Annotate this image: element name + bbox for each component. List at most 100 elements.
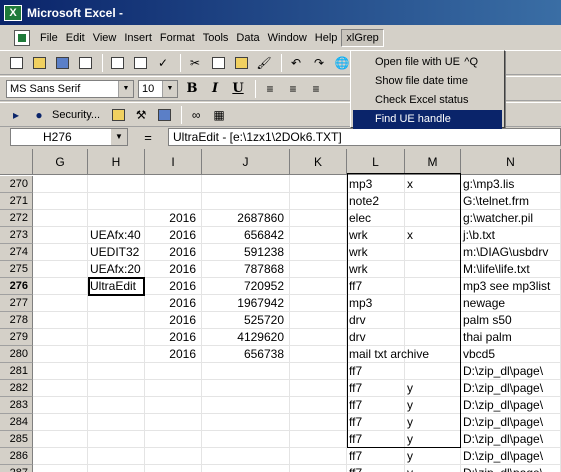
cell-i-276[interactable]: 2016 <box>145 278 202 295</box>
cell-n-270[interactable]: g:\mp3.lis <box>461 176 561 193</box>
cell-h-274[interactable]: UEDIT32 <box>88 244 145 261</box>
cell-j-283[interactable] <box>202 397 290 414</box>
cell-j-272[interactable]: 2687860 <box>202 210 290 227</box>
copy-icon[interactable] <box>208 54 228 72</box>
open-icon[interactable] <box>29 54 49 72</box>
format-painter-icon[interactable]: 🖌 <box>254 54 274 72</box>
cell-j-273[interactable]: 656842 <box>202 227 290 244</box>
cell-i-284[interactable] <box>145 414 202 431</box>
row-header[interactable]: 272 <box>0 210 33 227</box>
column-header-h[interactable]: H <box>88 149 145 175</box>
cell-n-282[interactable]: D:\zip_dl\page\ <box>461 380 561 397</box>
cell-h-278[interactable] <box>88 312 145 329</box>
cell-j-280[interactable]: 656738 <box>202 346 290 363</box>
undo-icon[interactable]: ↶ <box>286 54 306 72</box>
select-all-corner[interactable] <box>0 149 33 175</box>
cell-n-271[interactable]: G:\telnet.frm <box>461 193 561 210</box>
menu-tools[interactable]: Tools <box>199 30 233 46</box>
cell-n-279[interactable]: thai palm <box>461 329 561 346</box>
cell-h-277[interactable] <box>88 295 145 312</box>
row-header[interactable]: 281 <box>0 363 33 380</box>
row-header[interactable]: 282 <box>0 380 33 397</box>
cell-i-277[interactable]: 2016 <box>145 295 202 312</box>
align-right-icon[interactable]: ≡ <box>306 80 326 98</box>
record-icon[interactable]: ● <box>29 106 49 124</box>
menu-data[interactable]: Data <box>232 30 263 46</box>
cell-i-282[interactable] <box>145 380 202 397</box>
new-icon[interactable] <box>6 54 26 72</box>
cell-h-282[interactable] <box>88 380 145 397</box>
cell-j-286[interactable] <box>202 448 290 465</box>
cell-h-283[interactable] <box>88 397 145 414</box>
cell-h-281[interactable] <box>88 363 145 380</box>
underline-button[interactable]: U <box>228 80 248 98</box>
cell-n-287[interactable]: D:\zip_dl\page\ <box>461 465 561 472</box>
cell-j-275[interactable]: 787868 <box>202 261 290 278</box>
link-icon[interactable]: ∞ <box>186 106 206 124</box>
cell-h-270[interactable] <box>88 176 145 193</box>
row-header[interactable]: 275 <box>0 261 33 278</box>
play-icon[interactable]: ▸ <box>6 106 26 124</box>
cell-j-271[interactable] <box>202 193 290 210</box>
cell-j-276[interactable]: 720952 <box>202 278 290 295</box>
cell-i-273[interactable]: 2016 <box>145 227 202 244</box>
cell-j-274[interactable]: 591238 <box>202 244 290 261</box>
column-header-m[interactable]: M <box>405 149 461 175</box>
row-header[interactable]: 271 <box>0 193 33 210</box>
cell-h-280[interactable] <box>88 346 145 363</box>
cell-n-280[interactable]: vbcd5 <box>461 346 561 363</box>
menu-find-ue-handle[interactable]: Find UE handle <box>353 110 502 129</box>
cell-i-285[interactable] <box>145 431 202 448</box>
cell-j-285[interactable] <box>202 431 290 448</box>
security-button[interactable]: Security... <box>52 109 100 121</box>
cell-h-285[interactable] <box>88 431 145 448</box>
align-left-icon[interactable]: ≡ <box>260 80 280 98</box>
cell-i-286[interactable] <box>145 448 202 465</box>
cut-icon[interactable]: ✂ <box>185 54 205 72</box>
row-header[interactable]: 279 <box>0 329 33 346</box>
worksheet-grid[interactable]: G H I J K L M N 270 mp3 x g:\mp3.lis 271 note2 G:\teln… <box>0 149 561 472</box>
permission-icon[interactable] <box>75 54 95 72</box>
row-header[interactable]: 280 <box>0 346 33 363</box>
cell-n-275[interactable]: M:\life\life.txt <box>461 261 561 278</box>
menu-file[interactable]: File <box>36 30 62 46</box>
cell-j-270[interactable] <box>202 176 290 193</box>
cell-n-285[interactable]: D:\zip_dl\page\ <box>461 431 561 448</box>
cell-i-275[interactable]: 2016 <box>145 261 202 278</box>
cell-n-274[interactable]: m:\DIAG\usbdrv <box>461 244 561 261</box>
paste-icon[interactable] <box>231 54 251 72</box>
spelling-icon[interactable]: ✓ <box>153 54 173 72</box>
row-header[interactable]: 285 <box>0 431 33 448</box>
formula-input[interactable]: UltraEdit - [e:\1zx1\2DOk6.TXT] <box>168 128 561 146</box>
cell-i-278[interactable]: 2016 <box>145 312 202 329</box>
cell-n-276[interactable]: mp3 see mp3list <box>461 278 561 295</box>
column-header-j[interactable]: J <box>202 149 290 175</box>
menu-check-excel-status[interactable]: Check Excel status <box>353 91 502 110</box>
cell-h-273[interactable]: UEAfx:40 <box>88 227 145 244</box>
save-icon[interactable] <box>52 54 72 72</box>
cell-h-286[interactable] <box>88 448 145 465</box>
cell-n-272[interactable]: g:\watcher.pil <box>461 210 561 227</box>
cell-j-284[interactable] <box>202 414 290 431</box>
cell-j-278[interactable]: 525720 <box>202 312 290 329</box>
font-size-combo[interactable]: 10 ▼ <box>138 79 178 98</box>
row-header[interactable]: 283 <box>0 397 33 414</box>
row-header[interactable]: 287 <box>0 465 33 472</box>
tools-icon[interactable]: ⚒ <box>131 106 151 124</box>
cell-j-281[interactable] <box>202 363 290 380</box>
name-box[interactable]: H276 ▼ <box>10 128 128 146</box>
cell-i-271[interactable] <box>145 193 202 210</box>
menu-open-file-with-ue[interactable]: Open file with UE ^Q <box>353 53 502 72</box>
row-header[interactable]: 276 <box>0 278 33 295</box>
cell-h-287[interactable] <box>88 465 145 472</box>
cell-m-287[interactable]: y <box>405 465 461 472</box>
cell-i-280[interactable]: 2016 <box>145 346 202 363</box>
cell-n-283[interactable]: D:\zip_dl\page\ <box>461 397 561 414</box>
column-header-i[interactable]: I <box>145 149 202 175</box>
column-header-n[interactable]: N <box>461 149 561 175</box>
row-header[interactable]: 284 <box>0 414 33 431</box>
cell-i-279[interactable]: 2016 <box>145 329 202 346</box>
chevron-down-icon[interactable]: ▼ <box>118 80 133 97</box>
row-header[interactable]: 278 <box>0 312 33 329</box>
cell-h-272[interactable] <box>88 210 145 227</box>
